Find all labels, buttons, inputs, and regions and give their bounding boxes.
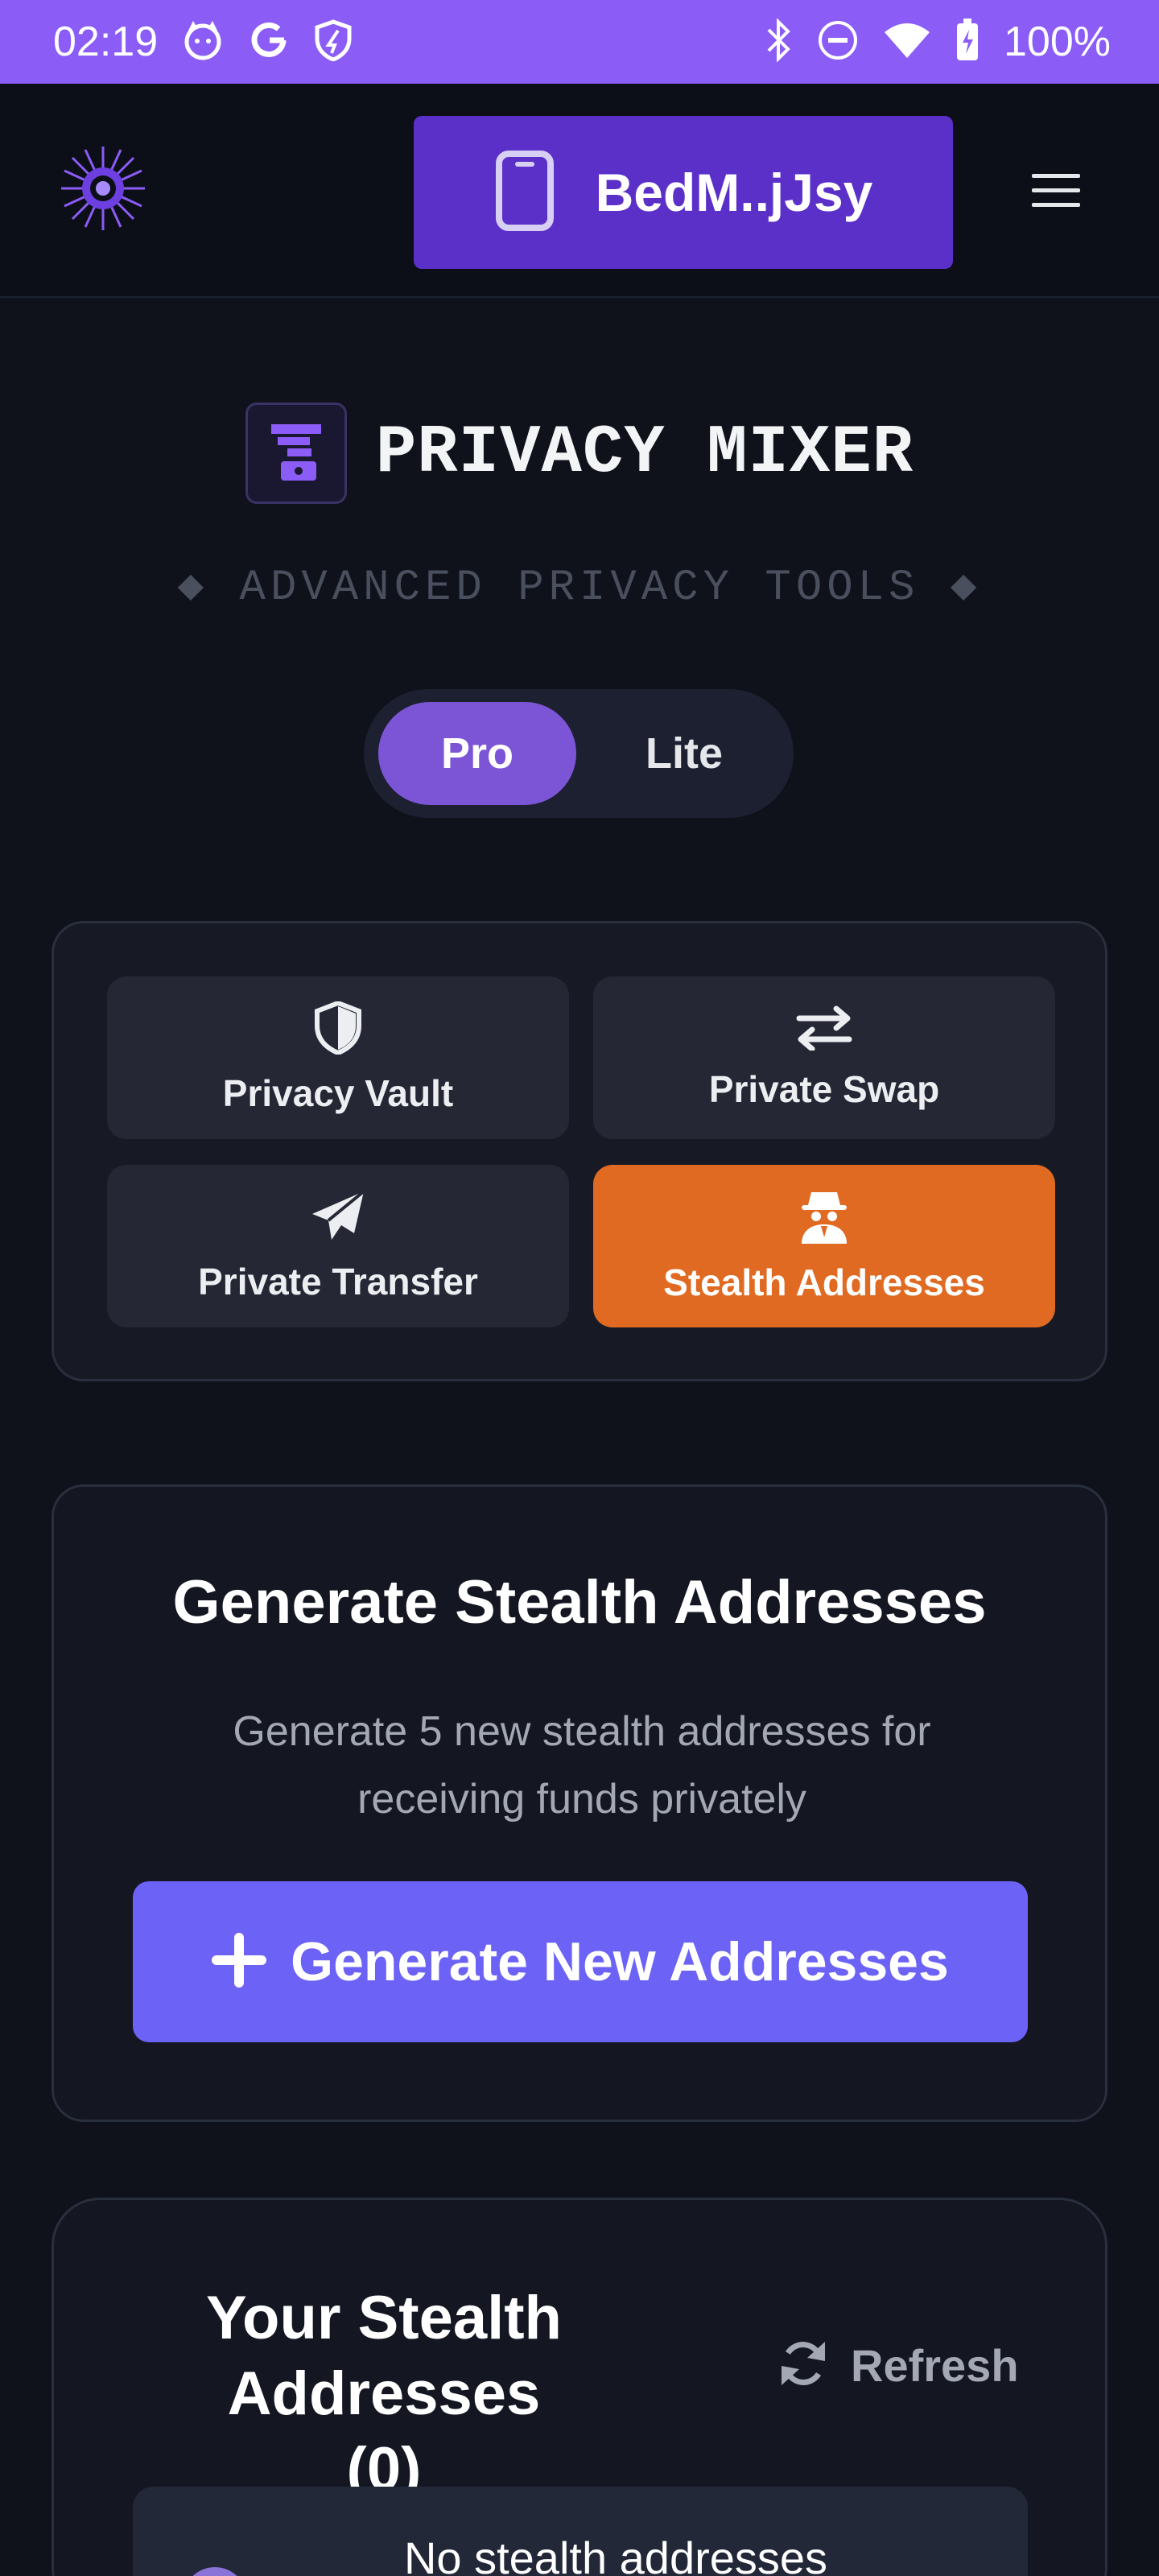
wifi-icon xyxy=(883,21,931,64)
toggle-pro[interactable]: Pro xyxy=(378,702,576,805)
stealth-addresses-card: Your Stealth Addresses (0) Refresh No st… xyxy=(52,2198,1107,2576)
refresh-button[interactable]: Refresh xyxy=(778,2329,1019,2401)
addresses-title: Your Stealth Addresses (0) xyxy=(206,2284,562,2504)
page-header: PRIVACY MIXER xyxy=(0,402,1159,504)
page-subtitle: ◆ ADVANCED PRIVACY TOOLS ◆ xyxy=(177,564,982,613)
mode-toggle: Pro Lite xyxy=(364,689,794,818)
generate-addresses-button[interactable]: Generate New Addresses xyxy=(133,1881,1028,2042)
wallet-address-label: BedM..jJsy xyxy=(595,163,873,222)
empty-state: No stealth addresses xyxy=(133,2487,1028,2576)
generate-description: Generate 5 new stealth addresses for rec… xyxy=(233,1708,931,1823)
plus-icon xyxy=(212,1932,267,1992)
toggle-lite[interactable]: Lite xyxy=(588,702,781,805)
bluetooth-icon xyxy=(765,17,793,66)
do-not-disturb-icon xyxy=(817,19,859,65)
tab-privacy-vault[interactable]: Privacy Vault xyxy=(107,976,569,1139)
spy-icon xyxy=(798,1189,850,1248)
mixer-icon xyxy=(245,402,347,504)
paper-plane-icon xyxy=(311,1189,365,1247)
shield-icon xyxy=(314,19,353,65)
status-time: 02:19 xyxy=(53,19,159,65)
logo-icon[interactable] xyxy=(56,142,150,235)
feature-tabs: Privacy Vault Private Swap Private Trans… xyxy=(52,921,1107,1381)
battery-icon xyxy=(955,18,980,66)
tab-label: Privacy Vault xyxy=(222,1071,454,1114)
generate-card: Generate Stealth Addresses Generate 5 ne… xyxy=(52,1484,1107,2122)
tab-private-swap[interactable]: Private Swap xyxy=(593,976,1055,1139)
hamburger-menu-icon[interactable] xyxy=(1032,174,1080,209)
status-bar: 02:19 100% xyxy=(0,0,1159,84)
refresh-label: Refresh xyxy=(851,2339,1019,2391)
shield-icon xyxy=(314,1000,362,1059)
wallet-button[interactable]: BedM..jJsy xyxy=(414,116,953,269)
swap-arrows-icon xyxy=(796,1005,852,1055)
tab-stealth-addresses[interactable]: Stealth Addresses xyxy=(593,1165,1055,1327)
empty-state-text: No stealth addresses xyxy=(403,2533,828,2576)
empty-state-icon xyxy=(183,2567,247,2576)
battery-percent: 100% xyxy=(1004,19,1111,65)
page-title: PRIVACY MIXER xyxy=(375,415,914,492)
tab-label: Stealth Addresses xyxy=(663,1261,985,1303)
app-header: BedM..jJsy xyxy=(0,84,1159,298)
google-icon xyxy=(248,19,290,65)
tab-label: Private Swap xyxy=(708,1067,940,1110)
cat-app-icon xyxy=(182,19,224,65)
generate-button-label: Generate New Addresses xyxy=(291,1931,949,1992)
phone-icon xyxy=(494,150,555,235)
generate-title: Generate Stealth Addresses xyxy=(172,1568,987,1637)
tab-label: Private Transfer xyxy=(198,1260,478,1302)
tab-private-transfer[interactable]: Private Transfer xyxy=(107,1165,569,1327)
refresh-icon xyxy=(778,2339,828,2392)
